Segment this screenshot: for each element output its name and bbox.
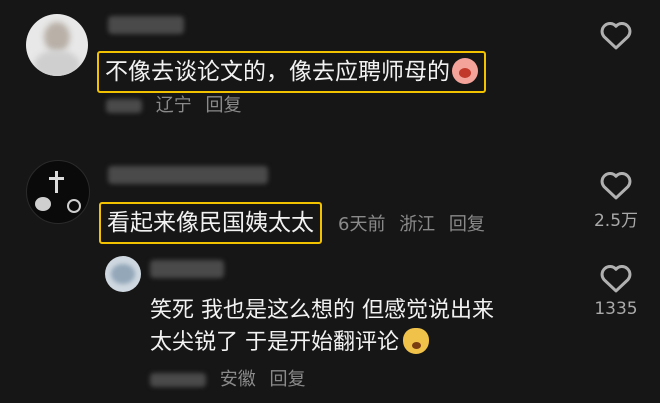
- avatar[interactable]: [26, 160, 90, 224]
- location-text: 安徽: [219, 369, 256, 390]
- heart-outline-icon: [600, 265, 632, 293]
- like-button[interactable]: 1335: [586, 263, 646, 319]
- comment-meta: 辽宁 回复: [106, 91, 249, 117]
- reply-text: 笑死 我也是这么想的 但感觉说出来 太尖锐了 于是开始翻评论: [150, 298, 494, 355]
- heart-outline-icon: [600, 172, 632, 200]
- username-blurred[interactable]: [108, 166, 268, 184]
- username-blurred[interactable]: [150, 260, 224, 278]
- avatar[interactable]: [105, 256, 141, 292]
- like-count: 1335: [594, 299, 638, 319]
- comment-text: 看起来像民国姨太太: [99, 202, 322, 244]
- heart-outline-icon: [600, 22, 632, 50]
- reply-button[interactable]: 回复: [269, 369, 305, 390]
- avatar[interactable]: [26, 14, 88, 76]
- like-button[interactable]: 2.5万: [586, 170, 646, 231]
- timestamp: 6天前: [338, 214, 386, 235]
- comment-text: 不像去谈论文的，像去应聘师母的: [97, 51, 486, 93]
- location-text: 浙江: [399, 214, 436, 235]
- location-text: 辽宁: [155, 95, 192, 116]
- reply-button[interactable]: 回复: [449, 214, 485, 235]
- cheeky-face-emoji: [403, 328, 429, 354]
- like-button[interactable]: [586, 20, 646, 54]
- like-count: 2.5万: [593, 211, 639, 231]
- reply-meta: 安徽 回复: [150, 365, 313, 391]
- reply-button[interactable]: 回复: [205, 95, 241, 116]
- crying-face-emoji: [452, 58, 478, 84]
- username-blurred[interactable]: [108, 16, 184, 34]
- comment-meta: 6天前 浙江 回复: [338, 210, 493, 236]
